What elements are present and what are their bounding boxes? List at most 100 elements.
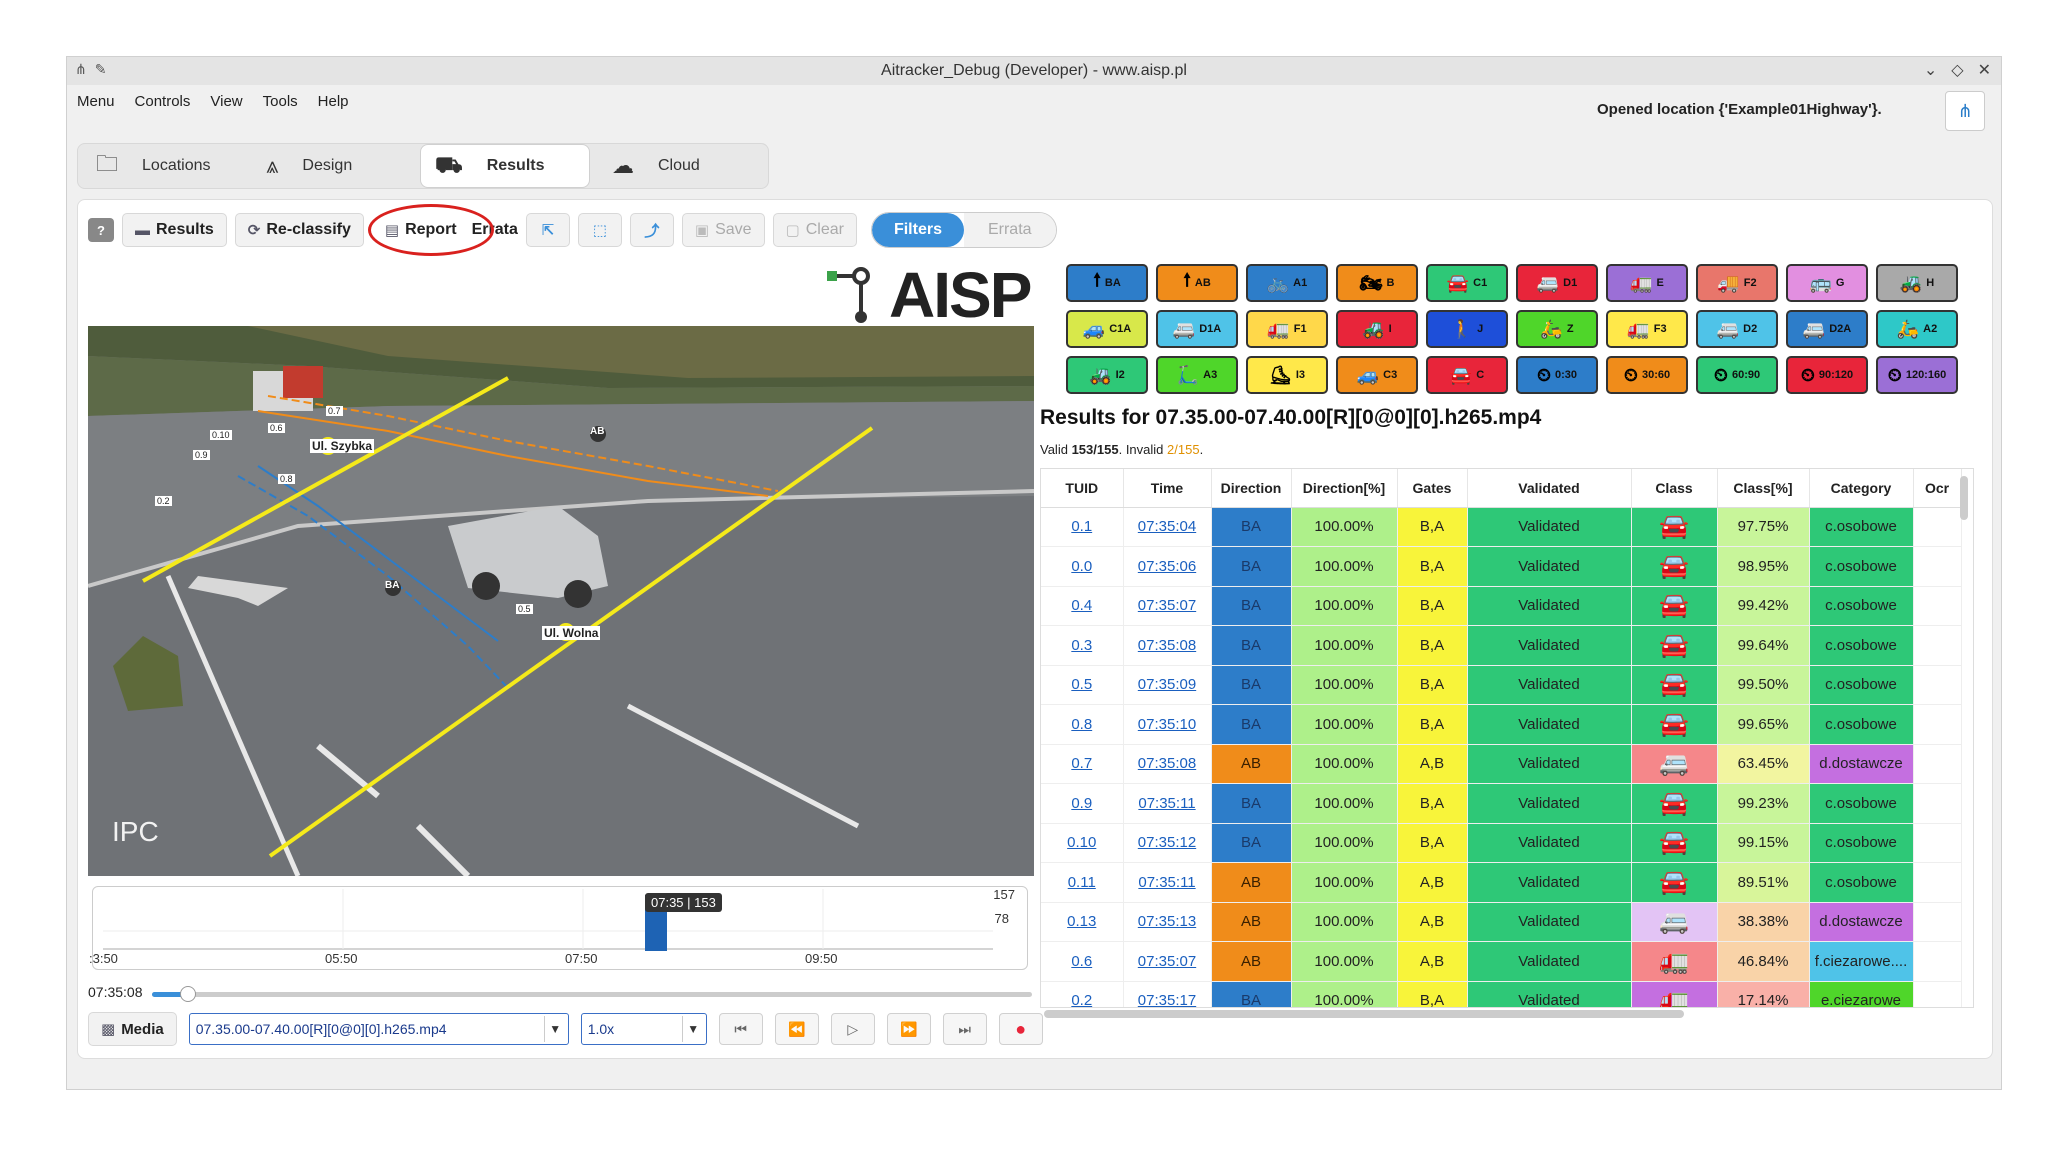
time-cell[interactable]: 07:35:13 (1123, 902, 1212, 942)
time-cell-link[interactable]: 07:35:04 (1138, 518, 1196, 535)
tuid-cell[interactable]: 0.5 (1041, 665, 1124, 705)
legend-h[interactable]: 🚜 H (1876, 264, 1958, 302)
legend-a2[interactable]: 🛵 A2 (1876, 310, 1958, 348)
legend-i3[interactable]: ⛸ I3 (1246, 356, 1328, 394)
time-cell[interactable]: 07:35:12 (1123, 823, 1212, 863)
track-tag[interactable]: 0.5 (516, 604, 533, 614)
tab-locations[interactable]: 🗀 Locations (78, 144, 250, 188)
legend-ab[interactable]: 🠕 AB (1156, 264, 1238, 302)
legend-i2[interactable]: 🚜 I2 (1066, 356, 1148, 394)
time-cell-link[interactable]: 07:35:10 (1138, 716, 1196, 733)
table-row[interactable]: 0.9 07:35:11 BA 100.00% B,A Validated 🚘 99.23% c… (1041, 783, 1962, 824)
time-cell-link[interactable]: 07:35:07 (1138, 953, 1196, 970)
legend-i[interactable]: 🚜 I (1336, 310, 1418, 348)
results-button[interactable]: ▬ Results (122, 213, 227, 247)
title-bar[interactable]: ⋔ ✎ Aitracker_Debug (Developer) - www.ai… (67, 57, 2001, 85)
time-cell[interactable]: 07:35:08 (1123, 625, 1212, 666)
slider-knob[interactable] (180, 986, 196, 1002)
tab-design[interactable]: ⩓ Design (250, 144, 420, 188)
track-tag[interactable]: 0.9 (193, 450, 210, 460)
menu-controls[interactable]: Controls (135, 93, 191, 110)
time-cell-link[interactable]: 07:35:07 (1138, 597, 1196, 614)
legend-0-30[interactable]: ⏲ 0:30 (1516, 356, 1598, 394)
column-header[interactable]: Ocr (1913, 469, 1962, 508)
play-button[interactable]: ▷ (830, 1013, 875, 1045)
table-row[interactable]: 0.7 07:35:08 AB 100.00% A,B Validated 🚐 63.45% d… (1041, 744, 1962, 784)
timeline-histogram[interactable]: 07:35 | 153 157 78 :3:50 05:50 07:50 09:… (89, 886, 1028, 970)
track-tag[interactable]: 0.7 (326, 406, 343, 416)
time-cell[interactable]: 07:35:07 (1123, 941, 1212, 982)
legend-d1a[interactable]: 🚐 D1A (1156, 310, 1238, 348)
time-cell[interactable]: 07:35:07 (1123, 586, 1212, 626)
track-tag[interactable]: 0.6 (268, 423, 285, 433)
skip-end-button[interactable]: ⏭ (942, 1013, 987, 1045)
legend-g[interactable]: 🚌 G (1786, 264, 1868, 302)
table-row[interactable]: 0.13 07:35:13 AB 100.00% A,B Validated 🚐 38.38%… (1041, 902, 1962, 942)
legend-c1a[interactable]: 🚙 C1A (1066, 310, 1148, 348)
playback-slider[interactable] (152, 986, 1032, 1002)
time-cell[interactable]: 07:35:04 (1123, 507, 1212, 547)
column-header[interactable]: Direction[%] (1291, 469, 1398, 508)
menu-view[interactable]: View (210, 93, 242, 110)
close-icon[interactable]: ✕ (1978, 60, 1991, 80)
tuid-cell-link[interactable]: 0.9 (1071, 795, 1092, 812)
tuid-cell[interactable]: 0.1 (1041, 507, 1124, 547)
tuid-cell[interactable]: 0.10 (1041, 823, 1124, 863)
legend-f1[interactable]: 🚛 F1 (1246, 310, 1328, 348)
track-tag[interactable]: 0.10 (210, 430, 232, 440)
tuid-cell-link[interactable]: 0.1 (1071, 518, 1092, 535)
horizontal-scrollbar[interactable] (1044, 1010, 1684, 1018)
legend-f2[interactable]: 🚚 F2 (1696, 264, 1778, 302)
table-row[interactable]: 0.0 07:35:06 BA 100.00% B,A Validated 🚘 98.95% c… (1041, 546, 1962, 587)
legend-a3[interactable]: 🛴 A3 (1156, 356, 1238, 394)
forward-button[interactable]: ⏩ (886, 1013, 931, 1045)
time-cell-link[interactable]: 07:35:17 (1138, 992, 1196, 1007)
tuid-cell-link[interactable]: 0.4 (1071, 597, 1092, 614)
legend-c3[interactable]: 🚙 C3 (1336, 356, 1418, 394)
legend-d2[interactable]: 🚐 D2 (1696, 310, 1778, 348)
status-button[interactable]: ⋔ (1945, 91, 1985, 131)
column-header[interactable]: Class (1631, 469, 1718, 508)
tuid-cell-link[interactable]: 0.3 (1071, 637, 1092, 654)
time-cell-link[interactable]: 07:35:06 (1138, 558, 1196, 575)
tuid-cell[interactable]: 0.0 (1041, 546, 1124, 587)
time-cell[interactable]: 07:35:11 (1123, 862, 1212, 903)
time-cell-link[interactable]: 07:35:09 (1138, 676, 1196, 693)
errata-toggle[interactable]: Errata (963, 213, 1056, 247)
legend-60-90[interactable]: ⏲ 60:90 (1696, 356, 1778, 394)
tab-cloud[interactable]: ☁ Cloud (590, 144, 760, 188)
tuid-cell-link[interactable]: 0.5 (1071, 676, 1092, 693)
time-cell-link[interactable]: 07:35:12 (1138, 834, 1196, 851)
skip-start-button[interactable]: ⏮ (718, 1013, 763, 1045)
speed-select[interactable]: 1.0x ▼ (580, 1013, 707, 1045)
help-button[interactable]: ? (88, 218, 114, 242)
legend-d2a[interactable]: 🚐 D2A (1786, 310, 1868, 348)
column-header[interactable]: Time (1123, 469, 1212, 508)
tuid-cell[interactable]: 0.6 (1041, 941, 1124, 982)
select-tool-button[interactable]: ⇱ (525, 213, 570, 247)
table-row[interactable]: 0.3 07:35:08 BA 100.00% B,A Validated 🚘 99.64% c… (1041, 625, 1962, 666)
path-tool-button[interactable]: ⤴ (629, 213, 674, 247)
chevron-down-icon[interactable]: ⌄ (1924, 60, 1937, 80)
time-cell[interactable]: 07:35:09 (1123, 665, 1212, 705)
track-tag[interactable]: 0.2 (155, 496, 172, 506)
diamond-icon[interactable]: ◇ (1951, 60, 1963, 80)
table-row[interactable]: 0.1 07:35:04 BA 100.00% B,A Validated 🚘 97.75% c… (1041, 507, 1962, 547)
legend-90-120[interactable]: ⏲ 90:120 (1786, 356, 1868, 394)
table-row[interactable]: 0.2 07:35:17 BA 100.00% B,A Validated 🚛 17.14% e… (1041, 981, 1962, 1007)
tuid-cell-link[interactable]: 0.6 (1071, 953, 1092, 970)
track-tag[interactable]: 0.8 (278, 474, 295, 484)
tuid-cell[interactable]: 0.2 (1041, 981, 1124, 1007)
legend-c[interactable]: 🚘 C (1426, 356, 1508, 394)
column-header[interactable]: Class[%] (1717, 469, 1810, 508)
tuid-cell[interactable]: 0.9 (1041, 783, 1124, 824)
tuid-cell-link[interactable]: 0.8 (1071, 716, 1092, 733)
tuid-cell[interactable]: 0.7 (1041, 744, 1124, 784)
time-cell-link[interactable]: 07:35:08 (1138, 755, 1196, 772)
table-row[interactable]: 0.5 07:35:09 BA 100.00% B,A Validated 🚘 99.50% c… (1041, 665, 1962, 705)
table-row[interactable]: 0.6 07:35:07 AB 100.00% A,B Validated 🚛 46.84% f… (1041, 941, 1962, 982)
time-cell[interactable]: 07:35:08 (1123, 744, 1212, 784)
time-cell[interactable]: 07:35:17 (1123, 981, 1212, 1007)
column-header[interactable]: Validated (1467, 469, 1632, 508)
time-cell[interactable]: 07:35:10 (1123, 704, 1212, 745)
